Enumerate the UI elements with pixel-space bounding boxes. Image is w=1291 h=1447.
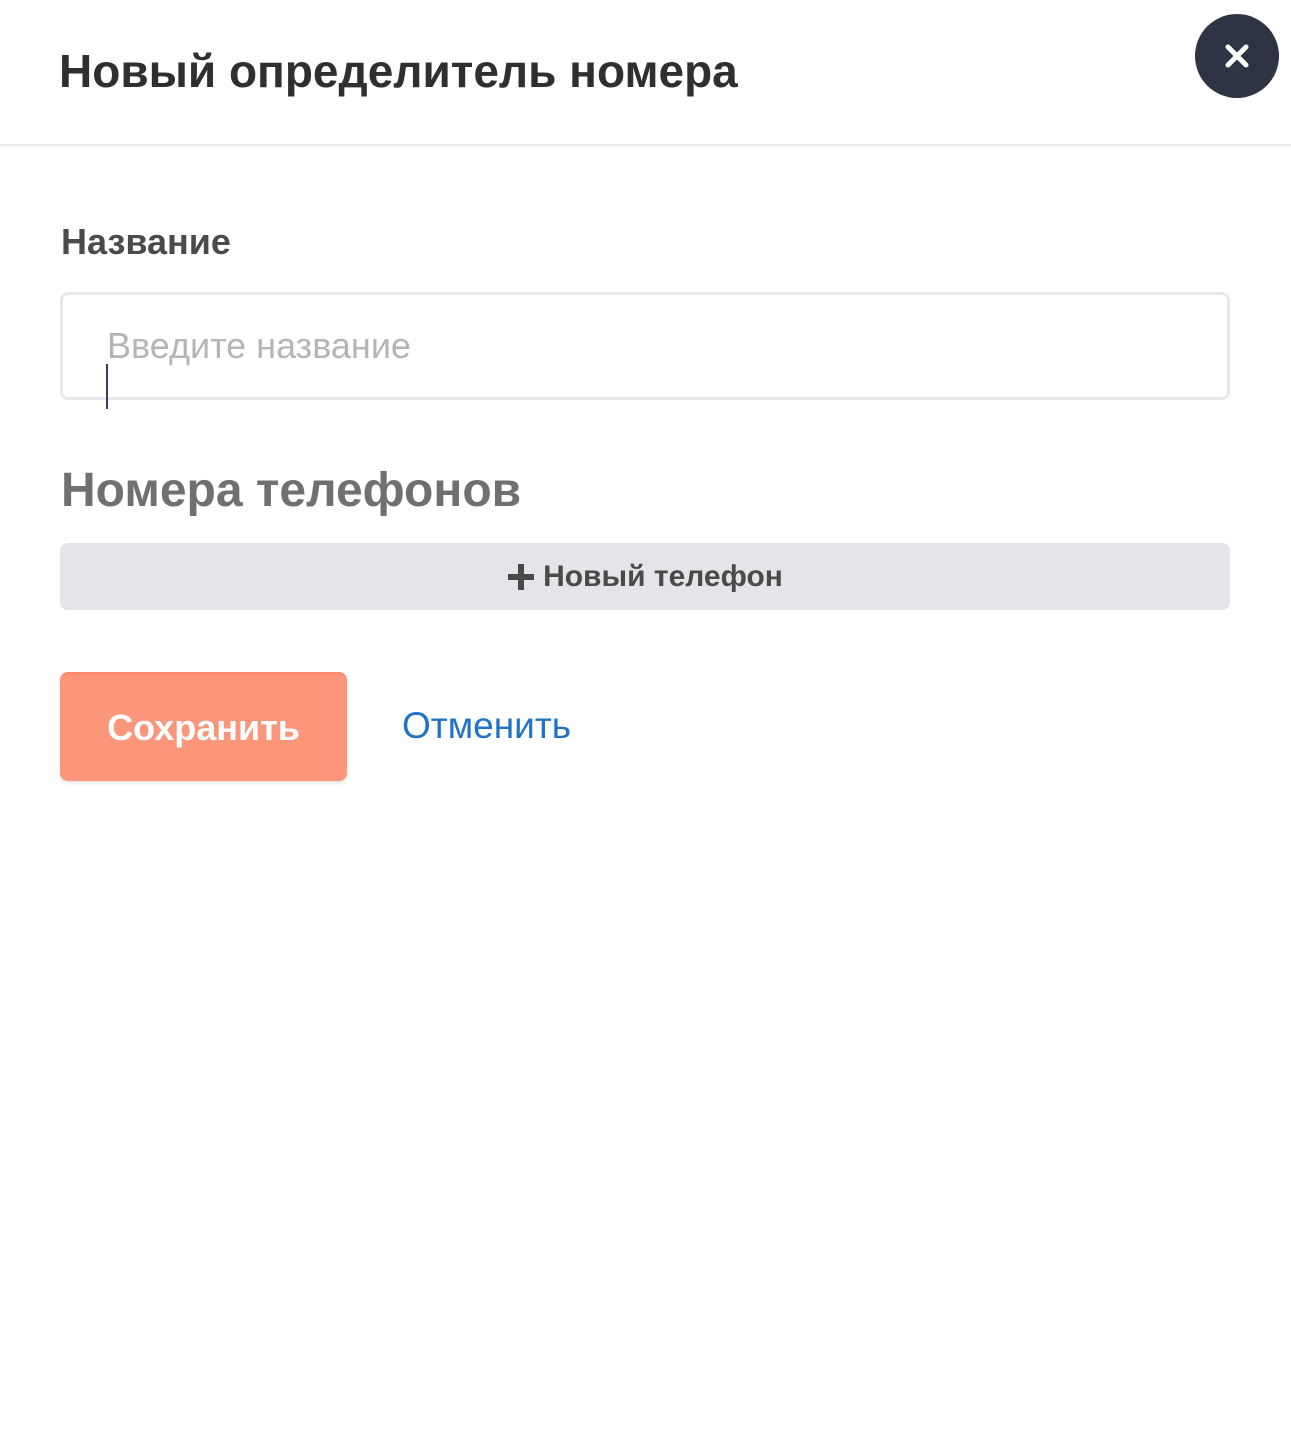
save-button-label: Сохранить xyxy=(107,707,300,748)
add-phone-button[interactable]: Новый телефон xyxy=(60,543,1230,610)
close-icon xyxy=(1225,44,1249,68)
name-input[interactable] xyxy=(60,292,1230,400)
save-button[interactable]: Сохранить xyxy=(60,672,347,781)
plus-icon xyxy=(507,563,535,591)
cancel-link[interactable]: Отменить xyxy=(402,703,571,749)
add-phone-label: Новый телефон xyxy=(543,559,783,593)
dialog-header: Новый определитель номера xyxy=(0,0,1291,146)
close-button[interactable] xyxy=(1195,14,1279,98)
dialog-title: Новый определитель номера xyxy=(59,45,738,97)
name-label: Название xyxy=(61,221,231,262)
phones-heading: Номера телефонов xyxy=(61,464,522,517)
text-cursor xyxy=(106,364,108,409)
